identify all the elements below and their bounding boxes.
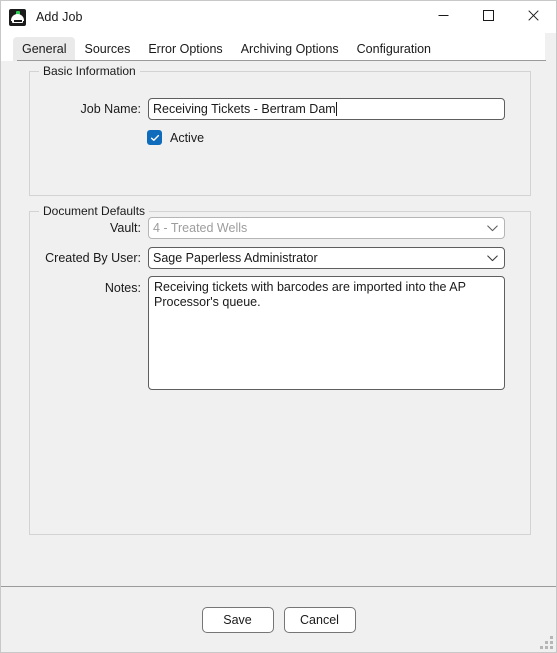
chevron-down-icon (487, 254, 498, 262)
window-controls (421, 1, 556, 33)
minimize-button[interactable] (421, 1, 466, 33)
dialog-footer: Save Cancel (1, 586, 556, 652)
group-basic-information-title: Basic Information (39, 64, 140, 78)
created-by-user-value: Sage Paperless Administrator (153, 251, 318, 265)
vault-label: Vault: (109, 221, 141, 235)
created-by-user-label: Created By User: (45, 251, 141, 265)
title-bar: Add Job (1, 1, 556, 33)
tab-page-general: Basic Information Job Name: Receiving Ti… (1, 61, 556, 586)
group-document-defaults-title: Document Defaults (39, 204, 150, 218)
active-checkbox-row[interactable]: Active (147, 130, 204, 145)
group-basic-information: Basic Information (29, 64, 531, 196)
text-caret (335, 102, 337, 116)
maximize-button[interactable] (466, 1, 511, 33)
vault-value: 4 - Treated Wells (153, 221, 248, 235)
tab-strip: General Sources Error Options Archiving … (1, 33, 556, 61)
job-name-input[interactable]: Receiving Tickets - Bertram Dam (148, 98, 505, 120)
chevron-down-icon (487, 224, 498, 232)
notes-label: Notes: (104, 281, 141, 295)
tab-strip-end-filler (545, 33, 556, 61)
cancel-button[interactable]: Cancel (283, 606, 356, 633)
active-checkbox[interactable] (147, 130, 162, 145)
save-button[interactable]: Save (201, 606, 274, 633)
notes-textarea[interactable]: Receiving tickets with barcodes are impo… (148, 276, 505, 390)
vault-dropdown[interactable]: 4 - Treated Wells (148, 217, 505, 239)
tab-archiving-options[interactable]: Archiving Options (232, 37, 348, 61)
tab-sources[interactable]: Sources (75, 37, 139, 61)
title-bar-left: Add Job (1, 8, 83, 26)
tab-error-options[interactable]: Error Options (139, 37, 231, 61)
tab-configuration[interactable]: Configuration (348, 37, 440, 61)
close-button[interactable] (511, 1, 556, 33)
active-checkbox-label: Active (170, 130, 205, 145)
resize-grip-icon[interactable] (540, 636, 553, 649)
job-name-label: Job Name: (80, 102, 141, 116)
window-title: Add Job (36, 10, 83, 24)
maximize-icon (483, 10, 494, 24)
add-job-window: Add Job General Sources Error Options Ar… (0, 0, 557, 653)
job-name-value: Receiving Tickets - Bertram Dam (153, 102, 336, 116)
check-icon (150, 133, 160, 143)
minimize-icon (438, 10, 449, 24)
tab-general[interactable]: General (13, 37, 76, 61)
close-icon (528, 10, 539, 24)
created-by-user-dropdown[interactable]: Sage Paperless Administrator (148, 247, 505, 269)
sage-paperless-icon (9, 8, 26, 26)
